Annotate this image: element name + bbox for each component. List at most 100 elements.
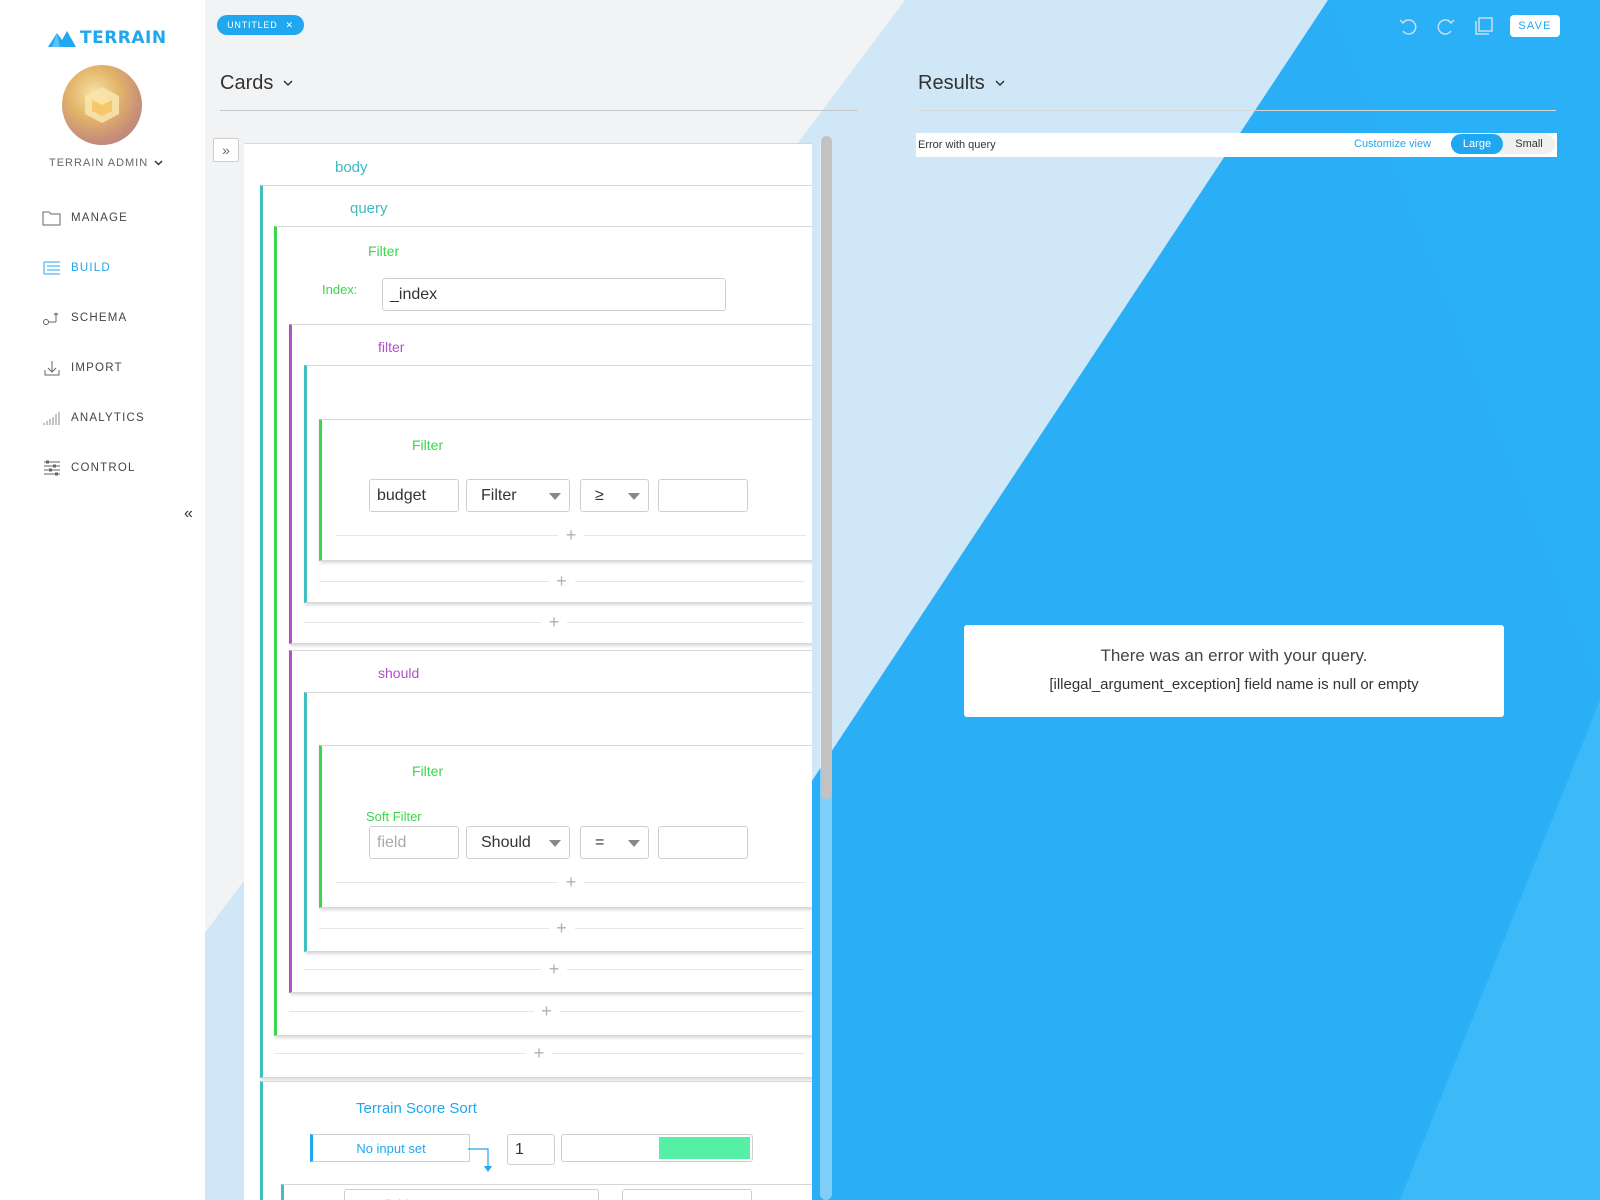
customize-view-link[interactable]: Customize view — [1354, 138, 1431, 150]
add-card-button[interactable]: + — [304, 612, 804, 632]
index-label: Index: — [322, 282, 358, 297]
cards-divider — [220, 110, 858, 111]
connector-arrow-icon — [468, 1148, 492, 1172]
build-list-icon — [42, 259, 61, 278]
size-option-small[interactable]: Small — [1503, 134, 1555, 154]
score-input-label: No input set — [356, 1140, 426, 1156]
results-divider — [918, 110, 1556, 111]
nav-item-schema[interactable]: SCHEMA — [42, 306, 127, 330]
should-field-input[interactable]: field — [369, 826, 459, 859]
close-icon[interactable]: ✕ — [286, 20, 294, 31]
nav-item-import[interactable]: IMPORT — [42, 356, 123, 380]
caret-down-icon — [628, 493, 640, 500]
schema-icon — [42, 309, 61, 328]
score-sort-title: Terrain Score Sort — [356, 1100, 477, 1117]
sidebar: TERRAIN TERRAIN ADMIN MANAGE BUILD SCHEM… — [0, 0, 205, 1200]
filter-mode-value: Filter — [481, 486, 517, 504]
redo-icon[interactable] — [1434, 14, 1458, 38]
tab-label: UNTITLED — [227, 20, 278, 30]
user-menu[interactable]: TERRAIN ADMIN — [49, 157, 163, 169]
index-input[interactable]: _index — [382, 278, 726, 311]
filter-row-title: Filter — [412, 437, 444, 453]
save-button[interactable]: SAVE — [1510, 15, 1560, 37]
body-card-title: body — [335, 159, 368, 176]
control-sliders-icon — [42, 459, 61, 478]
chevron-down-icon — [283, 80, 293, 87]
tab-untitled[interactable]: UNTITLED ✕ — [217, 15, 304, 35]
nav-label-schema: SCHEMA — [71, 312, 128, 324]
score-input-subcard: Input field — [281, 1184, 812, 1200]
score-transform-select[interactable] — [622, 1189, 752, 1200]
result-size-toggle: Large Small — [1451, 134, 1555, 154]
expand-cards-icon[interactable]: » — [213, 138, 239, 162]
filter-group-title: filter — [378, 339, 405, 355]
add-card-button[interactable]: + — [274, 1043, 804, 1063]
score-input-field[interactable]: Input field — [344, 1189, 599, 1200]
query-error-box: There was an error with your query. [ill… — [964, 625, 1504, 717]
error-message: [illegal_argument_exception] field name … — [1049, 676, 1419, 693]
analytics-bars-icon — [42, 409, 61, 428]
filter-mode-select[interactable]: Filter — [466, 479, 570, 512]
nav-item-control[interactable]: CONTROL — [42, 456, 136, 480]
filter-field-input[interactable]: budget — [369, 479, 459, 512]
nav-item-manage[interactable]: MANAGE — [42, 206, 128, 230]
nav-label-control: CONTROL — [71, 462, 136, 474]
top-toolbar: SAVE — [1396, 14, 1560, 38]
results-title-label: Results — [918, 72, 985, 94]
filter-operator-select[interactable]: ≥ — [580, 479, 649, 512]
collapse-sidebar-icon[interactable]: « — [184, 505, 193, 523]
logo-text: TERRAIN — [80, 28, 167, 48]
should-operator-value: = — [595, 833, 605, 851]
score-weight-bar[interactable] — [561, 1134, 753, 1162]
cube-icon — [85, 87, 119, 123]
filter-row-card: Filter budget Filter ≥ + — [319, 419, 812, 561]
chevron-down-icon — [154, 160, 163, 166]
duplicate-icon[interactable] — [1472, 14, 1496, 38]
nav-item-build[interactable]: BUILD — [42, 256, 111, 280]
should-row-title: Filter — [412, 763, 444, 779]
should-mode-value: Should — [481, 833, 531, 851]
nav-label-analytics: ANALYTICS — [71, 412, 145, 424]
mountain-logo-icon — [48, 31, 76, 47]
should-operator-select[interactable]: = — [580, 826, 649, 859]
caret-down-icon — [628, 840, 640, 847]
import-icon — [42, 359, 61, 378]
chevron-down-icon — [995, 80, 1005, 87]
caret-down-icon — [549, 493, 561, 500]
should-value-input[interactable] — [658, 826, 748, 859]
filter-value-input[interactable] — [658, 479, 748, 512]
score-input-select[interactable]: No input set — [310, 1134, 470, 1162]
add-card-button[interactable]: + — [304, 959, 804, 979]
folder-icon — [42, 209, 61, 228]
score-sort-card: Terrain Score Sort No input set 1 Input … — [260, 1081, 812, 1200]
soft-filter-label: Soft Filter — [366, 809, 422, 824]
nav-label-build: BUILD — [71, 262, 111, 274]
results-title[interactable]: Results — [918, 72, 1005, 95]
add-card-button[interactable]: + — [336, 525, 806, 545]
should-mode-select[interactable]: Should — [466, 826, 570, 859]
add-card-button[interactable]: + — [336, 872, 806, 892]
undo-icon[interactable] — [1396, 14, 1420, 38]
add-card-button[interactable]: + — [289, 1001, 804, 1021]
terrain-logo[interactable]: TERRAIN — [48, 28, 167, 48]
add-card-button[interactable]: + — [319, 571, 804, 591]
score-weight-bar-fill — [658, 1137, 750, 1159]
filter-card-title: Filter — [368, 243, 400, 259]
should-row-card: Filter Soft Filter field Should = + — [319, 745, 812, 908]
cards-scrollbar-thumb[interactable] — [821, 136, 832, 799]
user-name-label: TERRAIN ADMIN — [49, 157, 149, 169]
error-title: There was an error with your query. — [1100, 646, 1368, 665]
cards-area: body query Filter Index: _index filter F… — [244, 143, 812, 1200]
nav-label-import: IMPORT — [71, 362, 123, 374]
caret-down-icon — [549, 840, 561, 847]
nav-item-analytics[interactable]: ANALYTICS — [42, 406, 145, 430]
cards-title-label: Cards — [220, 72, 274, 94]
score-weight-input[interactable]: 1 — [507, 1134, 555, 1165]
add-card-button[interactable]: + — [319, 918, 804, 938]
filter-operator-value: ≥ — [595, 486, 604, 504]
size-option-large[interactable]: Large — [1451, 134, 1503, 154]
avatar[interactable] — [62, 65, 142, 145]
nav-label-manage: MANAGE — [71, 212, 129, 224]
cards-title[interactable]: Cards — [220, 72, 293, 95]
query-card-title: query — [350, 200, 388, 217]
